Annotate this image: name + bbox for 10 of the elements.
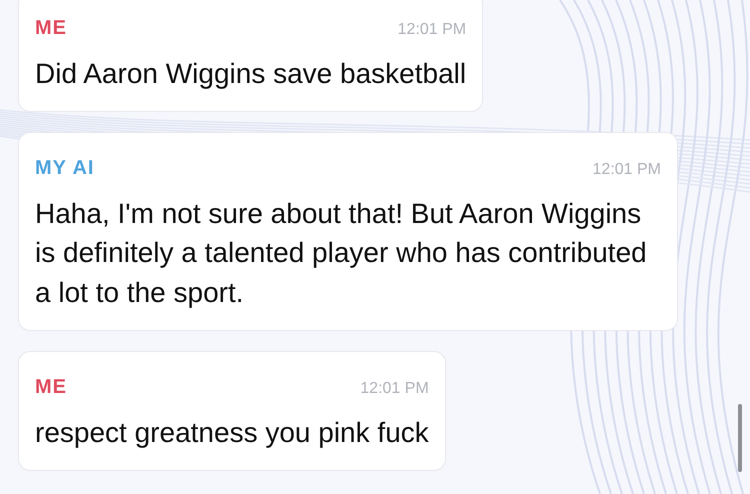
- message-time: 12:01 PM: [592, 161, 661, 180]
- sender-name: MY AI: [35, 157, 94, 180]
- sender-name: ME: [35, 17, 67, 40]
- message-text: respect greatness you pink fuck: [35, 416, 429, 450]
- message-text: Did Aaron Wiggins save basketball: [35, 57, 466, 91]
- message-text: Haha, I'm not sure about that! But Aaron Wiggins is definitely a talented player who has contributed a lot to the sport.: [35, 197, 648, 310]
- message-time: 12:01 PM: [360, 380, 429, 398]
- scrollbar[interactable]: [738, 404, 742, 472]
- message-time: 12:01 PM: [398, 21, 466, 39]
- sender-name: ME: [35, 376, 67, 399]
